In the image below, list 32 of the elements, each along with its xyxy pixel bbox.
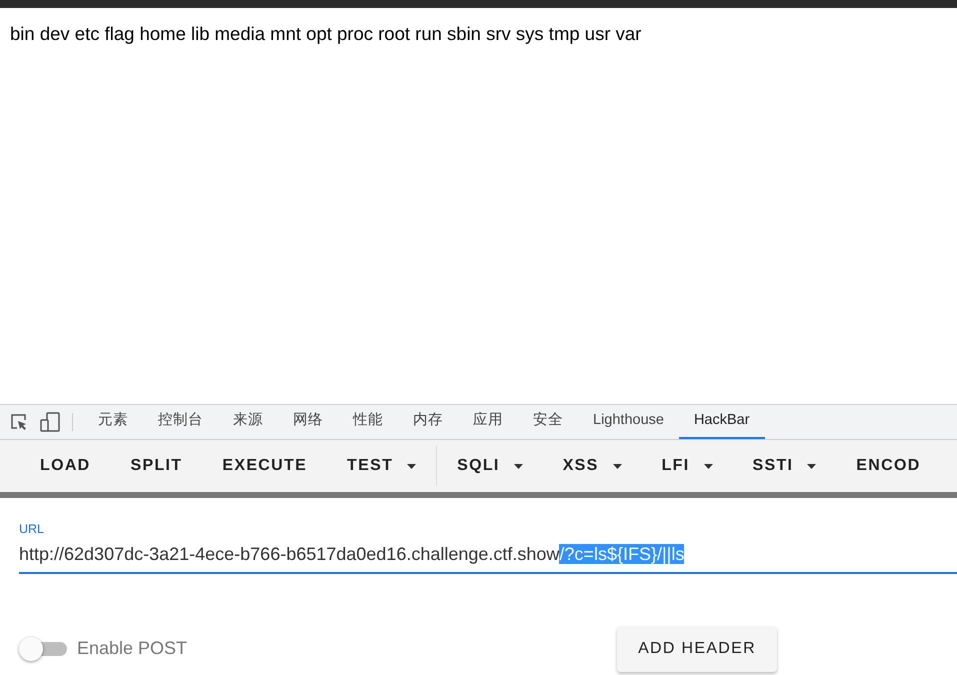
dropdown-button[interactable]: SSTI [732, 446, 836, 486]
toggle-switch[interactable] [19, 636, 67, 662]
url-field[interactable]: http://62d307dc-3a21-4ece-b766-b6517da0ed16.challenge.ctf.show/?c=ls${IFS}/||ls [19, 538, 957, 574]
devtools-tab[interactable]: 来源 [218, 405, 278, 439]
menu-button[interactable]: EXECUTE [202, 446, 328, 486]
menu-button[interactable]: ENCOD [836, 446, 941, 486]
devtools-tab[interactable]: 应用 [458, 405, 518, 439]
toggle-label: Enable POST [77, 637, 188, 660]
field-label: URL [19, 521, 46, 538]
devtools-tab[interactable]: 元素 [83, 405, 143, 439]
menu-button[interactable]: SPLIT [110, 446, 202, 486]
caret-icon [807, 464, 816, 468]
dropdown-button[interactable]: XSS [542, 446, 642, 486]
devtools-tab[interactable]: 控制台 [143, 405, 218, 439]
caret-icon [612, 464, 622, 468]
inspect-icon[interactable] [10, 413, 28, 431]
caret-icon [514, 464, 523, 468]
caret-icon [704, 464, 713, 468]
add-header-button[interactable]: ADD HEADER [617, 626, 777, 672]
device-icon[interactable] [40, 412, 60, 432]
caret-icon [407, 464, 416, 468]
menu-button[interactable]: LOAD [20, 446, 111, 486]
devtools-tab[interactable]: Lighthouse [578, 405, 679, 439]
dropdown-button[interactable]: LFI [642, 446, 733, 486]
dropdown-button[interactable]: TEST [327, 446, 436, 486]
page-text: bin dev etc flag home lib media mnt opt proc root run sbin srv sys tmp usr var [10, 23, 642, 44]
dropdown-button[interactable]: SQLI [437, 446, 543, 486]
devtools-tab[interactable]: 内存 [398, 405, 458, 439]
devtools-tab[interactable]: 安全 [518, 405, 578, 439]
devtools-tab[interactable]: 网络 [278, 405, 338, 439]
text-selection: /?c=ls${IFS}/||ls [559, 544, 684, 564]
devtools-tab[interactable]: 性能 [338, 405, 398, 439]
